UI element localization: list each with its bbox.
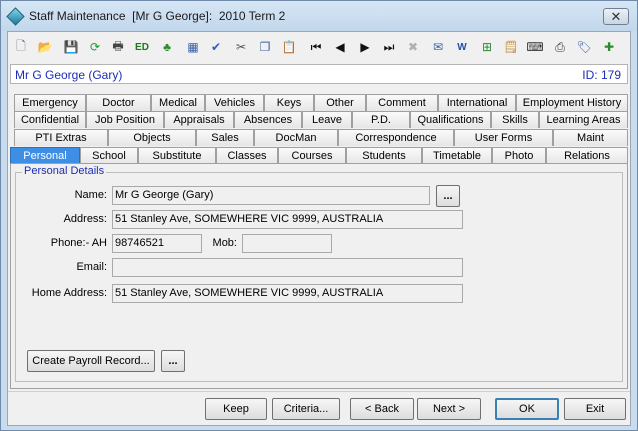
tab-students[interactable]: Students — [346, 147, 422, 164]
email-icon[interactable]: ✉ — [429, 38, 447, 56]
tab-photo[interactable]: Photo — [492, 147, 546, 164]
app-diamond-icon — [6, 7, 25, 26]
home-address-label: Home Address: — [31, 287, 107, 299]
copy-icon[interactable]: ❐ — [256, 38, 274, 56]
tab-other[interactable]: Other — [314, 94, 366, 111]
add-item-icon[interactable]: ✚ — [600, 38, 618, 56]
home-address-field[interactable]: 51 Stanley Ave, SOMEWHERE VIC 9999, AUST… — [112, 284, 463, 303]
tab-vehicles[interactable]: Vehicles — [205, 94, 264, 111]
payroll-options-button[interactable]: ... — [161, 350, 185, 372]
toolbar: 🗋 📂 💾 ⟳ 🖶 ED ♣ ▦ ✔ ✂ ❐ 📋 ⏮ ◀ ▶ ⏭ ✖ ✉ W ⊞ 🗒 ⌨ ⎙ 🏷 ✚ — [8, 32, 630, 62]
phone-ah-label: Phone:- AH — [50, 237, 107, 249]
tab-substitute[interactable]: Substitute — [138, 147, 216, 164]
next-button[interactable]: Next > — [417, 398, 481, 420]
close-window-button[interactable]: ✕ — [603, 8, 629, 25]
keyboard-icon[interactable]: ⌨ — [526, 38, 544, 56]
open-folder-icon[interactable]: 📂 — [36, 38, 54, 56]
tab-sales[interactable]: Sales — [196, 129, 254, 146]
paste-icon[interactable]: 📋 — [280, 38, 298, 56]
delete-icon[interactable]: ✖ — [404, 38, 422, 56]
footer-divider — [8, 391, 630, 392]
email-label: Email: — [76, 261, 107, 273]
last-record-icon[interactable]: ⏭ — [380, 38, 398, 56]
staff-name-heading: Mr G George (Gary) — [15, 68, 123, 82]
criteria-button[interactable]: Criteria... — [272, 398, 340, 420]
tab-courses[interactable]: Courses — [278, 147, 346, 164]
tab-comment[interactable]: Comment — [366, 94, 438, 111]
cut-icon[interactable]: ✂ — [232, 38, 250, 56]
tab-emergency[interactable]: Emergency — [14, 94, 86, 111]
tab-timetable[interactable]: Timetable — [422, 147, 492, 164]
name-field[interactable]: Mr G George (Gary) — [112, 186, 430, 205]
new-icon[interactable]: 🗋 — [12, 38, 30, 56]
tab-absences[interactable]: Absences — [234, 111, 302, 128]
exit-button[interactable]: Exit — [564, 398, 626, 420]
tree-icon[interactable]: ♣ — [158, 38, 176, 56]
spellcheck-icon[interactable]: ✔ — [207, 38, 225, 56]
tab-qualifications[interactable]: Qualifications — [410, 111, 491, 128]
staff-id-label: ID: 179 — [582, 68, 621, 82]
calculator-icon[interactable]: ▦ — [184, 38, 202, 56]
previous-record-icon[interactable]: ◀ — [331, 38, 349, 56]
mob-field[interactable] — [242, 234, 332, 253]
tab-objects[interactable]: Objects — [108, 129, 196, 146]
print-icon[interactable]: 🖶 — [109, 38, 127, 56]
address-field[interactable]: 51 Stanley Ave, SOMEWHERE VIC 9999, AUST… — [112, 210, 463, 229]
save-icon[interactable]: 💾 — [62, 38, 80, 56]
ok-button[interactable]: OK — [495, 398, 559, 420]
edit-icon[interactable]: ED — [133, 38, 151, 56]
tab-skills[interactable]: Skills — [491, 111, 539, 128]
phone-ah-field[interactable]: 98746521 — [112, 234, 202, 253]
next-record-icon[interactable]: ▶ — [356, 38, 374, 56]
tab-relations[interactable]: Relations — [546, 147, 628, 164]
tab-employment-history[interactable]: Employment History — [516, 94, 628, 111]
tab-classes[interactable]: Classes — [216, 147, 278, 164]
title-bar[interactable]: Staff Maintenance [Mr G George]: 2010 Te… — [1, 1, 637, 31]
first-record-icon[interactable]: ⏮ — [307, 38, 325, 56]
personal-tab-panel: Personal Details Name: Mr G George (Gary… — [10, 163, 628, 389]
group-title: Personal Details — [22, 165, 107, 177]
tab-pti-extras[interactable]: PTI Extras — [14, 129, 108, 146]
staff-maintenance-window: Staff Maintenance [Mr G George]: 2010 Te… — [0, 0, 638, 431]
tab-school[interactable]: School — [80, 147, 138, 164]
tab-appraisals[interactable]: Appraisals — [164, 111, 234, 128]
tab-job-position[interactable]: Job Position — [86, 111, 164, 128]
record-header: Mr G George (Gary) ID: 179 — [10, 64, 628, 84]
tab-international[interactable]: International — [438, 94, 516, 111]
notes-icon[interactable]: 🗒 — [502, 38, 520, 56]
client-area: 🗋 📂 💾 ⟳ 🖶 ED ♣ ▦ ✔ ✂ ❐ 📋 ⏮ ◀ ▶ ⏭ ✖ ✉ W ⊞ 🗒 ⌨ ⎙ 🏷 ✚ Mr G George (… — [7, 31, 631, 426]
edit-name-button[interactable]: ... — [436, 185, 460, 207]
keep-button[interactable]: Keep — [205, 398, 267, 420]
name-label: Name: — [74, 189, 107, 201]
tab-leave[interactable]: Leave — [302, 111, 352, 128]
tab-docman[interactable]: DocMan — [254, 129, 338, 146]
printer-setup-icon[interactable]: ⎙ — [551, 38, 569, 56]
tag-icon[interactable]: 🏷 — [575, 38, 593, 56]
tab-p-d[interactable]: P.D. — [352, 111, 410, 128]
tab-medical[interactable]: Medical — [151, 94, 205, 111]
tab-doctor[interactable]: Doctor — [86, 94, 151, 111]
tab-keys[interactable]: Keys — [264, 94, 314, 111]
create-payroll-record-button[interactable]: Create Payroll Record... — [27, 350, 155, 372]
word-icon[interactable]: W — [453, 38, 471, 56]
back-button[interactable]: < Back — [350, 398, 414, 420]
tab-correspondence[interactable]: Correspondence — [338, 129, 454, 146]
tab-learning-areas[interactable]: Learning Areas — [539, 111, 628, 128]
excel-grid-icon[interactable]: ⊞ — [478, 38, 496, 56]
window-title: Staff Maintenance [Mr G George]: 2010 Te… — [29, 9, 286, 23]
refresh-icon[interactable]: ⟳ — [86, 38, 104, 56]
tab-personal[interactable]: Personal — [10, 147, 80, 164]
tab-user-forms[interactable]: User Forms — [454, 129, 553, 146]
tab-confidential[interactable]: Confidential — [14, 111, 86, 128]
address-label: Address: — [63, 213, 107, 225]
mob-label: Mob: — [212, 237, 237, 249]
tab-maint[interactable]: Maint — [553, 129, 628, 146]
email-field[interactable] — [112, 258, 463, 277]
